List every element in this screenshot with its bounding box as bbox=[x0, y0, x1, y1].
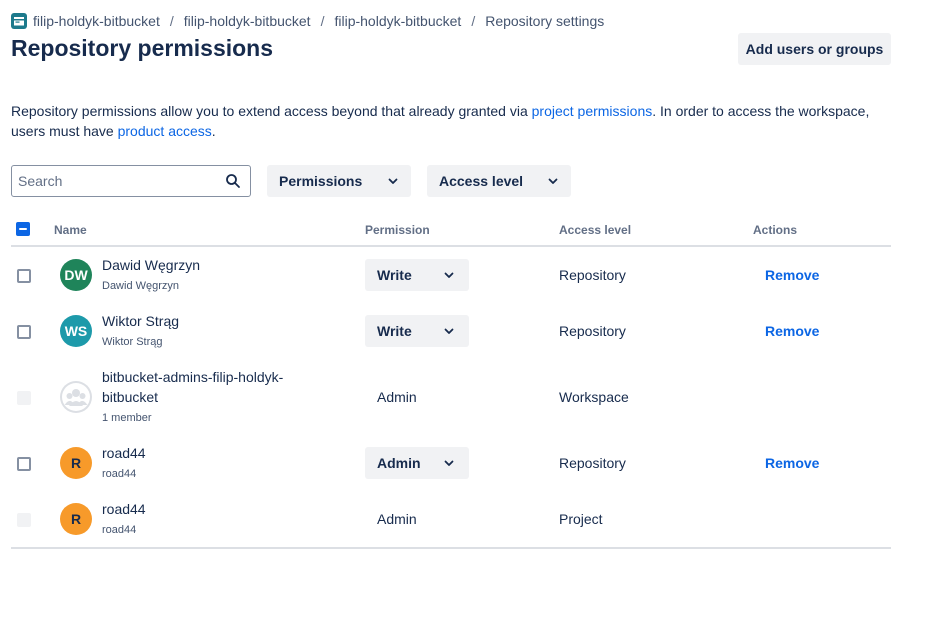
table-row: R road44 road44 Admin Project bbox=[11, 495, 891, 543]
access-level: Project bbox=[559, 511, 603, 527]
access-level: Repository bbox=[559, 267, 626, 283]
permissions-filter-label: Permissions bbox=[279, 173, 363, 189]
project-permissions-link[interactable]: project permissions bbox=[532, 103, 653, 119]
user-subtitle: road44 bbox=[102, 468, 137, 480]
permissions-description: Repository permissions allow you to exte… bbox=[11, 101, 891, 141]
table-row: R road44 road44 Admin Repository Remove bbox=[11, 439, 891, 487]
table-row: WS Wiktor Strąg Wiktor Strąg Write Repos… bbox=[11, 307, 891, 355]
row-checkbox bbox=[17, 513, 31, 527]
indeterminate-mark bbox=[19, 228, 27, 230]
search-icon[interactable] bbox=[225, 173, 241, 189]
remove-button[interactable]: Remove bbox=[765, 267, 819, 283]
avatar: R bbox=[60, 447, 92, 479]
row-checkbox bbox=[17, 391, 31, 405]
table-footer-divider bbox=[11, 547, 891, 549]
access-level: Repository bbox=[559, 323, 626, 339]
access-level-filter-label: Access level bbox=[439, 173, 524, 189]
chevron-down-icon bbox=[548, 178, 558, 184]
avatar: WS bbox=[60, 315, 92, 347]
page-title: Repository permissions bbox=[11, 35, 274, 61]
avatar: DW bbox=[60, 259, 92, 291]
add-users-or-groups-button[interactable]: Add users or groups bbox=[738, 33, 891, 65]
breadcrumb-separator: / bbox=[320, 13, 325, 29]
permission-value: Write bbox=[377, 267, 412, 283]
user-name: road44 bbox=[102, 445, 146, 461]
table-header-divider bbox=[11, 245, 891, 247]
permission-dropdown[interactable]: Write bbox=[365, 315, 469, 347]
user-subtitle: road44 bbox=[102, 524, 137, 536]
breadcrumb-project[interactable]: filip-holdyk-bitbucket bbox=[184, 13, 311, 29]
column-header-name[interactable]: Name bbox=[54, 223, 87, 237]
column-header-access-level[interactable]: Access level bbox=[559, 223, 631, 237]
column-header-actions: Actions bbox=[753, 223, 798, 237]
user-name: road44 bbox=[102, 501, 146, 517]
permission-value: Admin bbox=[377, 511, 417, 527]
table-row: DW Dawid Węgrzyn Dawid Węgrzyn Write Rep… bbox=[11, 251, 891, 299]
chevron-down-icon bbox=[444, 460, 454, 466]
permission-dropdown[interactable]: Admin bbox=[365, 447, 469, 479]
user-name: Wiktor Strąg bbox=[102, 313, 180, 329]
avatar: R bbox=[60, 503, 92, 535]
column-header-permission[interactable]: Permission bbox=[365, 223, 430, 237]
access-level: Workspace bbox=[559, 389, 629, 405]
breadcrumb-repository[interactable]: filip-holdyk-bitbucket bbox=[334, 13, 461, 29]
access-level: Repository bbox=[559, 455, 626, 471]
chevron-down-icon bbox=[388, 178, 398, 184]
row-checkbox[interactable] bbox=[17, 457, 31, 471]
breadcrumb-settings[interactable]: Repository settings bbox=[485, 13, 604, 29]
user-subtitle: Dawid Węgrzyn bbox=[102, 280, 180, 292]
description-text: Repository permissions allow you to exte… bbox=[11, 103, 532, 119]
remove-button[interactable]: Remove bbox=[765, 323, 819, 339]
table-row: bitbucket-admins-filip-holdyk- bitbucket… bbox=[11, 365, 891, 431]
remove-button[interactable]: Remove bbox=[765, 455, 819, 471]
permission-value: Admin bbox=[377, 389, 417, 405]
description-text: . bbox=[211, 123, 216, 139]
breadcrumb-separator: / bbox=[169, 13, 174, 29]
group-name: bitbucket bbox=[102, 389, 159, 405]
group-name: bitbucket-admins-filip-holdyk- bbox=[102, 369, 284, 385]
permission-value: Admin bbox=[377, 455, 421, 471]
product-access-link[interactable]: product access bbox=[118, 123, 212, 139]
permission-value: Write bbox=[377, 323, 412, 339]
user-subtitle: Wiktor Strąg bbox=[102, 336, 163, 348]
repository-icon bbox=[11, 13, 27, 29]
user-name: Dawid Węgrzyn bbox=[102, 257, 201, 273]
breadcrumb: filip-holdyk-bitbucket / filip-holdyk-bi… bbox=[11, 12, 604, 30]
access-level-filter[interactable]: Access level bbox=[427, 165, 571, 197]
group-avatar bbox=[60, 381, 92, 413]
group-icon bbox=[64, 389, 88, 406]
select-all-checkbox[interactable] bbox=[16, 222, 30, 236]
permissions-filter[interactable]: Permissions bbox=[267, 165, 411, 197]
breadcrumb-separator: / bbox=[471, 13, 476, 29]
permission-dropdown[interactable]: Write bbox=[365, 259, 469, 291]
breadcrumb-workspace[interactable]: filip-holdyk-bitbucket bbox=[33, 13, 160, 29]
chevron-down-icon bbox=[444, 272, 454, 278]
search-field[interactable] bbox=[11, 165, 251, 197]
group-member-count: 1 member bbox=[102, 412, 152, 424]
row-checkbox[interactable] bbox=[17, 325, 31, 339]
row-checkbox[interactable] bbox=[17, 269, 31, 283]
search-input[interactable] bbox=[12, 167, 225, 195]
chevron-down-icon bbox=[444, 328, 454, 334]
